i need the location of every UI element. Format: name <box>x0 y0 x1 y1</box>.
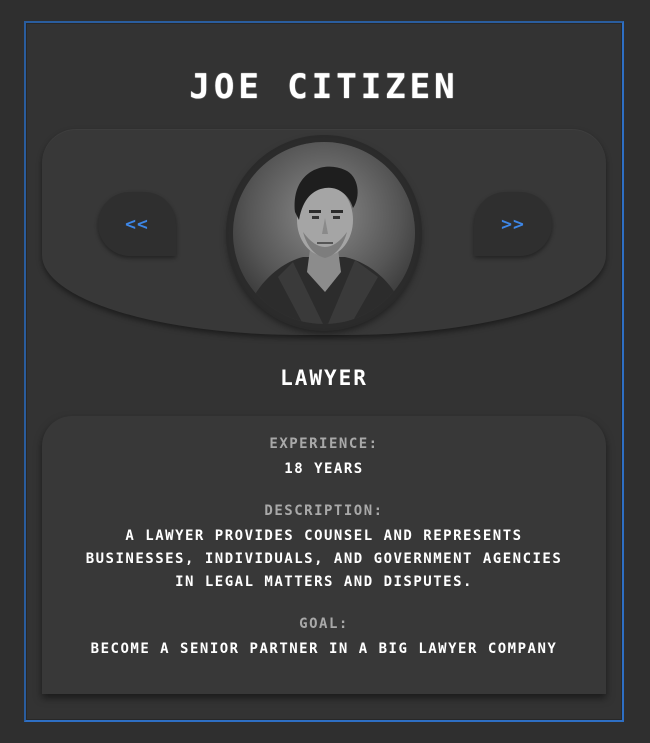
avatar-carousel: << >> <box>42 129 606 335</box>
experience-section: EXPERIENCE: 18 YEARS <box>82 436 566 481</box>
avatar <box>233 142 415 324</box>
double-chevron-right-icon: >> <box>501 213 525 235</box>
experience-label: EXPERIENCE: <box>269 436 379 452</box>
double-chevron-left-icon: << <box>125 213 149 235</box>
description-section: DESCRIPTION: A LAWYER PROVIDES COUNSEL A… <box>82 503 566 594</box>
profile-details: EXPERIENCE: 18 YEARS DESCRIPTION: A LAWY… <box>42 416 606 694</box>
avatar-portrait <box>233 142 415 324</box>
previous-profile-button[interactable]: << <box>98 192 176 256</box>
description-value: A LAWYER PROVIDES COUNSEL AND REPRESENTS… <box>85 528 563 590</box>
profile-role: LAWYER <box>280 366 368 390</box>
profile-name: JOE CITIZEN <box>189 67 459 107</box>
profile-card: JOE CITIZEN << >> LAWYER EXPERIENCE: 18 … <box>24 21 624 722</box>
goal-value: BECOME A SENIOR PARTNER IN A BIG LAWYER … <box>90 641 558 657</box>
goal-label: GOAL: <box>299 616 349 632</box>
next-profile-button[interactable]: >> <box>474 192 552 256</box>
goal-section: GOAL: BECOME A SENIOR PARTNER IN A BIG L… <box>82 616 566 661</box>
experience-value: 18 YEARS <box>284 461 364 477</box>
description-label: DESCRIPTION: <box>264 503 384 519</box>
avatar-frame <box>228 137 420 329</box>
